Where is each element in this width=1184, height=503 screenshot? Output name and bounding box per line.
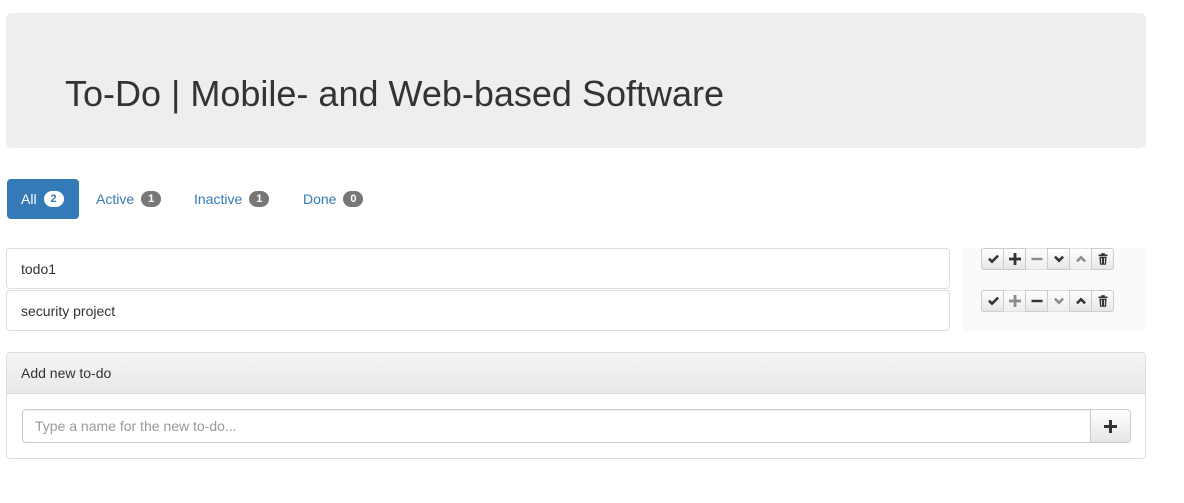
todo-name: security project	[21, 302, 116, 319]
trash-icon	[1098, 253, 1107, 265]
plus-icon	[1008, 295, 1021, 307]
check-icon	[987, 254, 999, 264]
add-todo-input-group	[22, 409, 1131, 443]
header-banner: To-Do | Mobile- and Web-based Software	[6, 13, 1146, 148]
deactivate-button[interactable]	[1025, 290, 1048, 312]
tab-done[interactable]: Done 0	[289, 179, 379, 219]
todo-item[interactable]: security project	[6, 290, 950, 331]
mark-done-button[interactable]	[981, 290, 1004, 312]
chevron-down-icon	[1053, 297, 1064, 305]
add-todo-button[interactable]	[1091, 409, 1131, 443]
tab-count-badge: 0	[343, 191, 364, 207]
plus-icon	[1104, 419, 1117, 433]
todo-action-group	[981, 248, 1114, 270]
minus-icon	[1031, 299, 1042, 303]
tab-count-badge: 2	[43, 191, 64, 207]
add-todo-heading: Add new to-do	[21, 365, 112, 381]
check-icon	[987, 296, 999, 306]
new-todo-input[interactable]	[22, 409, 1091, 443]
deactivate-button[interactable]	[1025, 248, 1048, 270]
tab-all[interactable]: All 2	[7, 179, 79, 219]
todo-action-group	[981, 290, 1114, 312]
plus-icon	[1008, 253, 1021, 265]
chevron-up-icon	[1075, 255, 1086, 263]
page-title: To-Do | Mobile- and Web-based Software	[65, 73, 725, 114]
delete-button[interactable]	[1091, 290, 1114, 312]
move-up-button[interactable]	[1069, 248, 1092, 270]
tab-active[interactable]: Active 1	[82, 179, 177, 219]
tab-label: Inactive	[194, 191, 243, 207]
add-todo-panel: Add new to-do	[6, 352, 1146, 459]
tab-label: All	[21, 191, 37, 207]
chevron-down-icon	[1053, 255, 1064, 263]
chevron-up-icon	[1075, 297, 1086, 305]
panel-heading: Add new to-do	[7, 353, 1145, 394]
move-down-button[interactable]	[1047, 290, 1070, 312]
activate-button[interactable]	[1003, 248, 1026, 270]
tab-label: Done	[303, 191, 337, 207]
todo-name: todo1	[21, 260, 57, 277]
tab-count-badge: 1	[141, 191, 162, 207]
delete-button[interactable]	[1091, 248, 1114, 270]
todo-item[interactable]: todo1	[6, 248, 950, 289]
move-up-button[interactable]	[1069, 290, 1092, 312]
activate-button[interactable]	[1003, 290, 1026, 312]
move-down-button[interactable]	[1047, 248, 1070, 270]
minus-icon	[1031, 257, 1042, 261]
tab-inactive[interactable]: Inactive 1	[180, 179, 285, 219]
tab-label: Active	[96, 191, 135, 207]
trash-icon	[1098, 295, 1107, 307]
mark-done-button[interactable]	[981, 248, 1004, 270]
tab-count-badge: 1	[249, 191, 270, 207]
